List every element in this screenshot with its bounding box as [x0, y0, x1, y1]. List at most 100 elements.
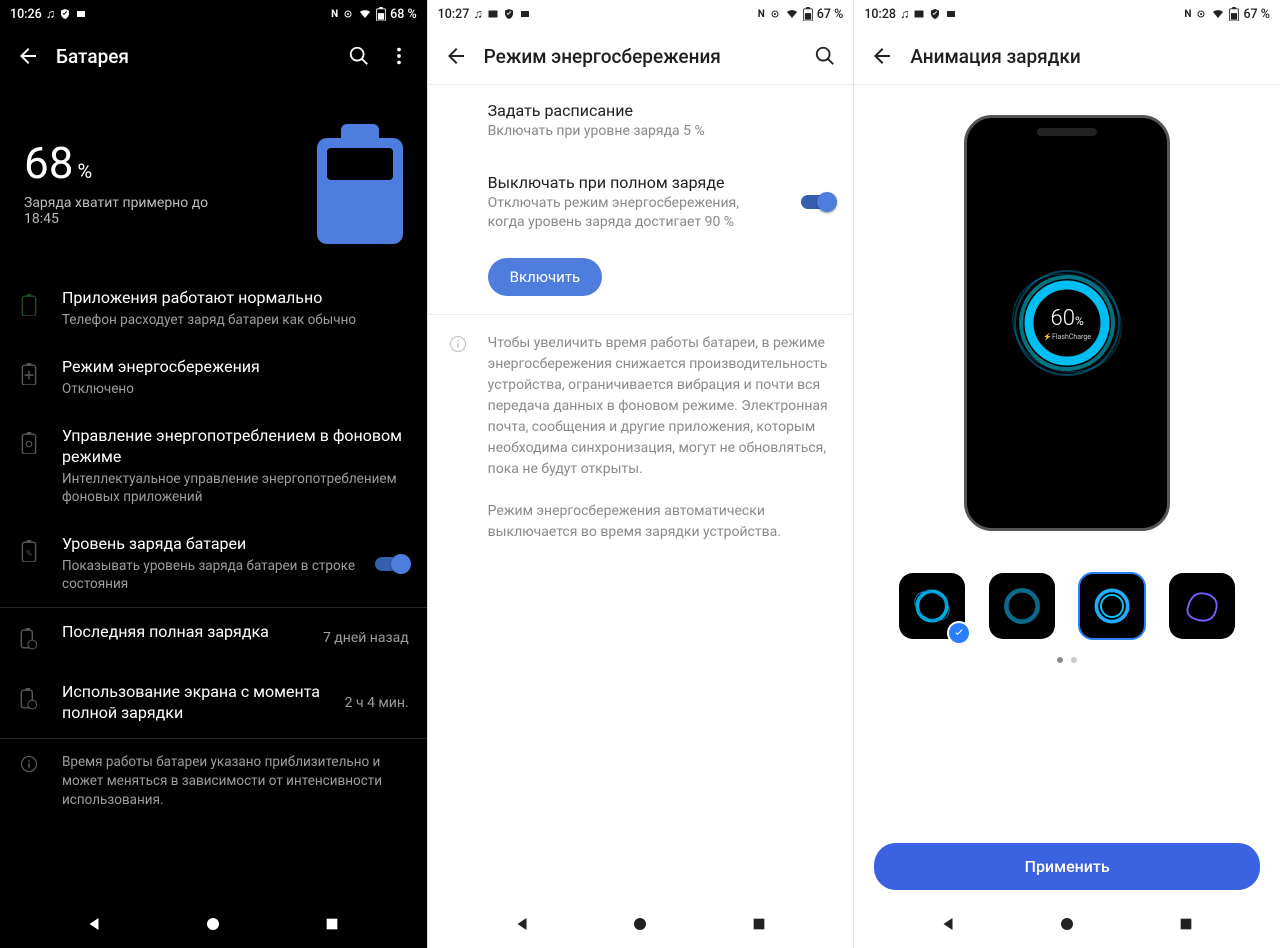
nav-back[interactable] — [69, 900, 119, 948]
nav-bar — [428, 900, 854, 948]
status-time: 10:28 — [864, 7, 896, 22]
charging-animation-screen: 10:28 ♫ N 67 % Анимация зарядки — [853, 0, 1280, 948]
photo-icon — [487, 8, 499, 20]
info-icon — [14, 755, 44, 773]
app-bar: Режим энергосбережения — [428, 28, 854, 84]
info-note: Чтобы увеличить время работы батареи, в … — [428, 315, 854, 551]
background-power-row[interactable]: Управление энергопотреблением в фоновом … — [0, 412, 427, 520]
screen-usage-value: 2 ч 4 мин. — [345, 695, 409, 711]
battery-status-icon — [803, 7, 813, 21]
battery-status-icon — [376, 7, 386, 21]
battery-percent: 68 — [24, 137, 73, 189]
nav-home[interactable] — [615, 900, 665, 948]
check-icon — [949, 623, 969, 643]
nfc-icon: N — [1184, 9, 1191, 20]
search-button[interactable] — [805, 36, 845, 76]
info-icon — [446, 335, 470, 353]
svg-text:%: % — [26, 548, 32, 557]
wifi-icon — [1211, 8, 1225, 20]
adb-icon — [1195, 8, 1207, 20]
battery-footnote: Время работы батареи указано приблизител… — [0, 739, 427, 814]
nfc-icon: N — [331, 9, 338, 20]
battery-plus-icon — [14, 359, 44, 389]
status-bar: 10:27 ♫ N 67 % — [428, 0, 854, 28]
battery-saver-row[interactable]: Режим энергосбереженияОтключено — [0, 343, 427, 412]
wifi-icon — [358, 8, 372, 20]
nav-home[interactable] — [1042, 900, 1092, 948]
apply-button[interactable]: Применить — [874, 843, 1260, 890]
content: Задать расписание Включать при уровне за… — [428, 85, 854, 900]
turn-off-full-toggle[interactable] — [801, 195, 835, 209]
wifi-icon — [785, 8, 799, 20]
app-bar: Батарея — [0, 28, 427, 84]
status-bar: 10:28 ♫ N 67 % — [854, 0, 1280, 28]
nav-back[interactable] — [923, 900, 973, 948]
nav-bar — [854, 900, 1280, 948]
music-icon: ♫ — [900, 7, 909, 22]
last-full-charge-value: 7 дней назад — [323, 630, 409, 646]
status-battery-pct: 68 % — [390, 7, 417, 22]
card-icon — [519, 8, 531, 20]
page-dots — [854, 651, 1280, 673]
battery-status-icon — [1229, 7, 1239, 21]
card-icon — [945, 8, 957, 20]
content: 60% ⚡FlashCharge Прим — [854, 85, 1280, 900]
thumb-1[interactable] — [899, 573, 965, 639]
nav-home[interactable] — [188, 900, 238, 948]
power-saving-screen: 10:27 ♫ N 67 % Режим энергосбережения За… — [427, 0, 854, 948]
shield-icon — [59, 8, 71, 20]
battery-screen: 10:26 ♫ N 68 % Батарея 68 % Заряда хвати… — [0, 0, 427, 948]
page-title: Режим энергосбережения — [484, 45, 806, 68]
page-title: Анимация зарядки — [910, 45, 1272, 68]
back-button[interactable] — [436, 36, 476, 76]
photo-icon — [913, 8, 925, 20]
schedule-row[interactable]: Задать расписание Включать при уровне за… — [428, 85, 854, 157]
status-time: 10:26 — [10, 7, 42, 22]
battery-summary[interactable]: 68 % Заряда хватит примерно до 18:45 — [0, 84, 427, 274]
page-title: Батарея — [56, 45, 339, 68]
turn-off-full-row[interactable]: Выключать при полном заряде Отключать ре… — [428, 157, 854, 248]
adb-icon — [769, 8, 781, 20]
status-battery-pct: 67 % — [817, 7, 844, 22]
card-icon — [75, 8, 87, 20]
battery-percent-icon: % — [14, 536, 44, 566]
animation-thumbnails — [854, 543, 1280, 651]
music-icon: ♫ — [46, 7, 55, 22]
thumb-2[interactable] — [989, 573, 1055, 639]
nav-bar — [0, 900, 427, 948]
charging-ring: 60% ⚡FlashCharge — [1007, 263, 1127, 383]
adb-icon — [342, 8, 354, 20]
screen-usage-row[interactable]: Использование экрана с момента полной за… — [0, 668, 427, 738]
battery-percent-toggle[interactable] — [375, 557, 409, 571]
battery-outline-icon — [14, 290, 44, 320]
nfc-icon: N — [758, 9, 765, 20]
overflow-button[interactable] — [379, 36, 419, 76]
app-bar: Анимация зарядки — [854, 28, 1280, 84]
thumb-3[interactable] — [1079, 573, 1145, 639]
status-time: 10:27 — [438, 7, 470, 22]
shield-icon — [503, 8, 515, 20]
back-button[interactable] — [862, 36, 902, 76]
nav-back[interactable] — [497, 900, 547, 948]
device-mockup: 60% ⚡FlashCharge — [964, 115, 1170, 531]
status-bar: 10:26 ♫ N 68 % — [0, 0, 427, 28]
thumb-4[interactable] — [1169, 573, 1235, 639]
battery-level-row[interactable]: % Уровень заряда батареиПоказывать урове… — [0, 520, 427, 607]
last-full-charge-row[interactable]: Последняя полная зарядка 7 дней назад — [0, 608, 427, 668]
battery-gear-icon — [14, 428, 44, 458]
nav-recent[interactable] — [1161, 900, 1211, 948]
nav-recent[interactable] — [734, 900, 784, 948]
music-icon: ♫ — [473, 7, 482, 22]
search-button[interactable] — [339, 36, 379, 76]
back-button[interactable] — [8, 36, 48, 76]
info-text: Чтобы увеличить время работы батареи, в … — [488, 333, 830, 543]
battery-estimate: Заряда хватит примерно до 18:45 — [24, 195, 244, 227]
nav-recent[interactable] — [307, 900, 357, 948]
apps-running-row[interactable]: Приложения работают нормальноТелефон рас… — [0, 274, 427, 343]
battery-screen-icon — [14, 684, 44, 714]
content: 68 % Заряда хватит примерно до 18:45 При… — [0, 84, 427, 900]
animation-preview: 60% ⚡FlashCharge — [854, 85, 1280, 543]
shield-icon — [929, 8, 941, 20]
status-battery-pct: 67 % — [1243, 7, 1270, 22]
enable-button[interactable]: Включить — [488, 258, 603, 296]
